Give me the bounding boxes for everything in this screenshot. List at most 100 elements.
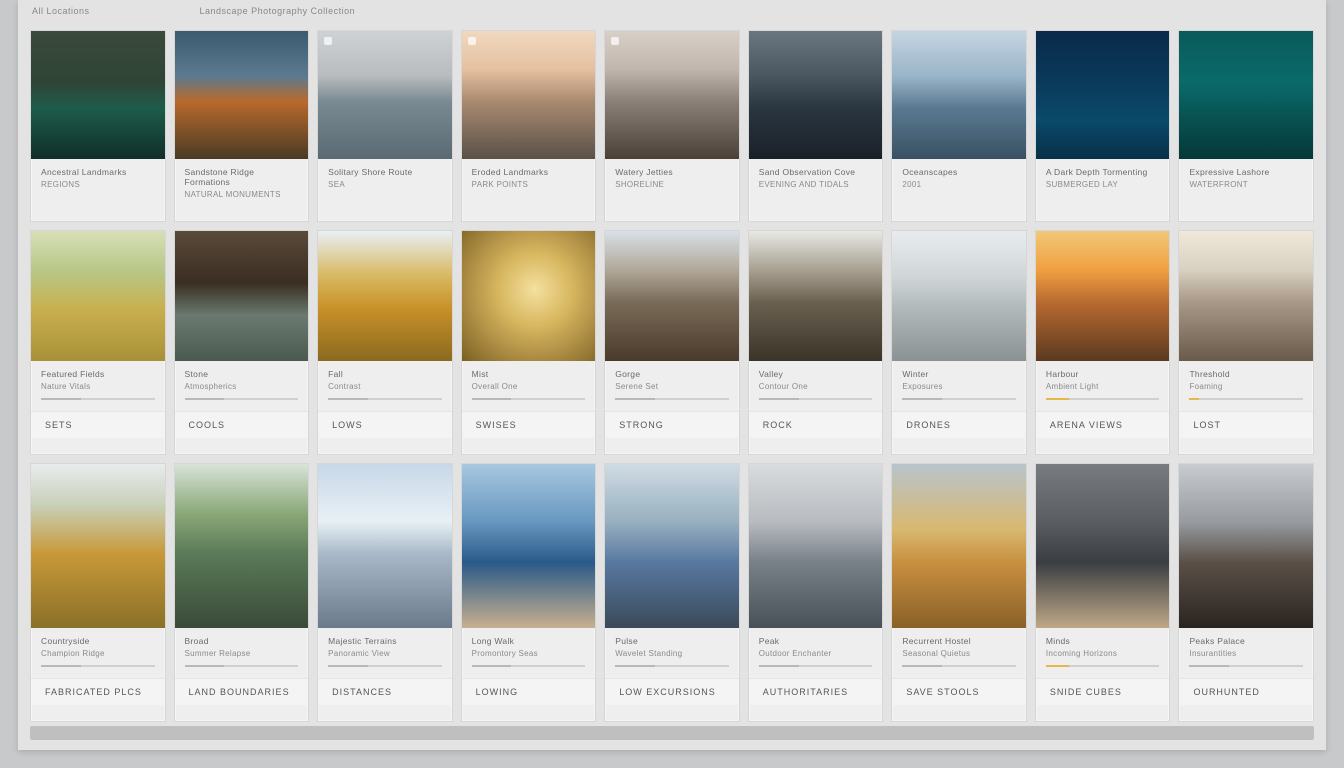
card-meta: FallContrastLOWS	[318, 361, 452, 454]
card-meta: Mist Overall One SWISES	[462, 361, 596, 454]
card-code: SNIDE CUBES	[1036, 678, 1170, 705]
thumbnail-image	[318, 31, 452, 159]
card-meta: ValleyContour OneROCK	[749, 361, 883, 454]
gallery-card[interactable]: MindsIncoming HorizonsSNIDE CUBES	[1035, 463, 1171, 722]
gallery-card[interactable]: ThresholdFoamingLOST	[1178, 230, 1314, 455]
thumbnail-image	[605, 31, 739, 159]
card-meta: Expressive Lashore WATERFRONT	[1179, 159, 1313, 221]
card-subtitle: Overall One	[472, 382, 586, 391]
card-subtitle: Panoramic View	[328, 649, 442, 658]
card-subtitle: SUBMERGED LAY	[1046, 180, 1160, 189]
card-subtitle: Promontory Seas	[472, 649, 586, 658]
gallery-card[interactable]: HarbourAmbient LightARENA VIEWS	[1035, 230, 1171, 455]
card-subtitle: SEA	[328, 180, 442, 189]
card-meta: ThresholdFoamingLOST	[1179, 361, 1313, 454]
card-subtitle: Contour One	[759, 382, 873, 391]
gallery-card[interactable]: Eroded LandmarksPARK POINTS	[461, 30, 597, 222]
gallery-card[interactable]: Majestic TerrainsPanoramic ViewDISTANCES	[317, 463, 453, 722]
gallery-card[interactable]: BroadSummer RelapseLAND BOUNDARIES	[174, 463, 310, 722]
card-code: LOWS	[318, 411, 452, 438]
thumbnail-image	[892, 231, 1026, 361]
breadcrumb[interactable]: All Locations	[32, 6, 90, 26]
card-title: Pulse	[615, 636, 729, 646]
gallery-card[interactable]: Sand Observation Cove EVENING AND TIDALS	[748, 30, 884, 222]
card-code: SWISES	[462, 411, 596, 438]
gallery-card[interactable]: Mist Overall One SWISES	[461, 230, 597, 455]
card-title: Peaks Palace	[1189, 636, 1303, 646]
card-code: STRONG	[605, 411, 739, 438]
progress-bar	[1046, 665, 1160, 667]
card-subtitle: EVENING AND TIDALS	[759, 180, 873, 189]
card-meta: BroadSummer RelapseLAND BOUNDARIES	[175, 628, 309, 721]
card-subtitle: Champion Ridge	[41, 649, 155, 658]
progress-bar	[615, 398, 729, 400]
gallery-card[interactable]: CountrysideChampion RidgeFABRICATED PLCS	[30, 463, 166, 722]
progress-bar	[41, 665, 155, 667]
card-subtitle: Contrast	[328, 382, 442, 391]
card-title: Ancestral Landmarks	[41, 167, 155, 177]
card-title: Sand Observation Cove	[759, 167, 873, 177]
card-title: Mist	[472, 369, 586, 379]
gallery-card[interactable]: Peaks PalaceInsurantitiesOURHUNTED	[1178, 463, 1314, 722]
card-meta: CountrysideChampion RidgeFABRICATED PLCS	[31, 628, 165, 721]
gallery-card[interactable]: PeakOutdoor EnchanterAUTHORITARIES	[748, 463, 884, 722]
selection-indicator	[468, 37, 476, 45]
gallery-card[interactable]: FallContrastLOWS	[317, 230, 453, 455]
card-meta: Featured FieldsNature VitalsSETS	[31, 361, 165, 454]
card-meta: Solitary Shore RouteSEA	[318, 159, 452, 221]
thumbnail-image	[175, 31, 309, 159]
card-meta: Watery JettiesSHORELINE	[605, 159, 739, 221]
progress-bar	[1189, 665, 1303, 667]
card-code: DRONES	[892, 411, 1026, 438]
horizontal-scrollbar[interactable]	[30, 726, 1314, 740]
gallery-card[interactable]: Oceanscapes2001	[891, 30, 1027, 222]
card-title: Expressive Lashore	[1189, 167, 1303, 177]
gallery-card[interactable]: Solitary Shore RouteSEA	[317, 30, 453, 222]
gallery-card[interactable]: WinterExposuresDRONES	[891, 230, 1027, 455]
progress-bar	[472, 398, 586, 400]
card-subtitle: REGIONS	[41, 180, 155, 189]
top-bar: All Locations Landscape Photography Coll…	[18, 0, 1326, 26]
card-subtitle: Nature Vitals	[41, 382, 155, 391]
progress-bar	[759, 398, 873, 400]
card-subtitle: 2001	[902, 180, 1016, 189]
gallery-card[interactable]: Featured FieldsNature VitalsSETS	[30, 230, 166, 455]
thumbnail-image	[749, 464, 883, 628]
gallery-card[interactable]: Ancestral Landmarks REGIONS	[30, 30, 166, 222]
app-window: All Locations Landscape Photography Coll…	[18, 0, 1326, 750]
card-code: LAND BOUNDARIES	[175, 678, 309, 705]
card-meta: Sand Observation Cove EVENING AND TIDALS	[749, 159, 883, 221]
gallery-card[interactable]: Sandstone Ridge Formations NATURAL MONUME…	[174, 30, 310, 222]
thumbnail-image	[892, 464, 1026, 628]
card-title: Broad	[185, 636, 299, 646]
card-meta: Ancestral Landmarks REGIONS	[31, 159, 165, 221]
card-title: Harbour	[1046, 369, 1160, 379]
gallery-card[interactable]: PulseWavelet StandingLOW EXCURSIONS	[604, 463, 740, 722]
gallery-card[interactable]: GorgeSerene SetSTRONG	[604, 230, 740, 455]
card-subtitle: Wavelet Standing	[615, 649, 729, 658]
card-meta: Majestic TerrainsPanoramic ViewDISTANCES	[318, 628, 452, 721]
progress-bar	[185, 398, 299, 400]
card-meta: MindsIncoming HorizonsSNIDE CUBES	[1036, 628, 1170, 721]
card-subtitle: NATURAL MONUMENTS	[185, 190, 299, 199]
card-title: Recurrent Hostel	[902, 636, 1016, 646]
card-title: Long Walk	[472, 636, 586, 646]
card-meta: PulseWavelet StandingLOW EXCURSIONS	[605, 628, 739, 721]
card-meta: PeakOutdoor EnchanterAUTHORITARIES	[749, 628, 883, 721]
gallery-card[interactable]: A Dark Depth TormentingSUBMERGED LAY	[1035, 30, 1171, 222]
gallery-card[interactable]: Watery JettiesSHORELINE	[604, 30, 740, 222]
gallery-card[interactable]: Recurrent HostelSeasonal QuietusSAVE STO…	[891, 463, 1027, 722]
card-subtitle: WATERFRONT	[1189, 180, 1303, 189]
gallery-card[interactable]: Expressive Lashore WATERFRONT	[1178, 30, 1314, 222]
gallery-card[interactable]: StoneAtmosphericsCOOLS	[174, 230, 310, 455]
card-title: Majestic Terrains	[328, 636, 442, 646]
gallery-card[interactable]: Long WalkPromontory SeasLOWING	[461, 463, 597, 722]
thumbnail-image	[31, 464, 165, 628]
card-subtitle: Outdoor Enchanter	[759, 649, 873, 658]
card-title: Gorge	[615, 369, 729, 379]
card-meta: Long WalkPromontory SeasLOWING	[462, 628, 596, 721]
card-title: Sandstone Ridge Formations	[185, 167, 299, 187]
progress-bar	[615, 665, 729, 667]
card-code: SAVE STOOLS	[892, 678, 1026, 705]
gallery-card[interactable]: ValleyContour OneROCK	[748, 230, 884, 455]
